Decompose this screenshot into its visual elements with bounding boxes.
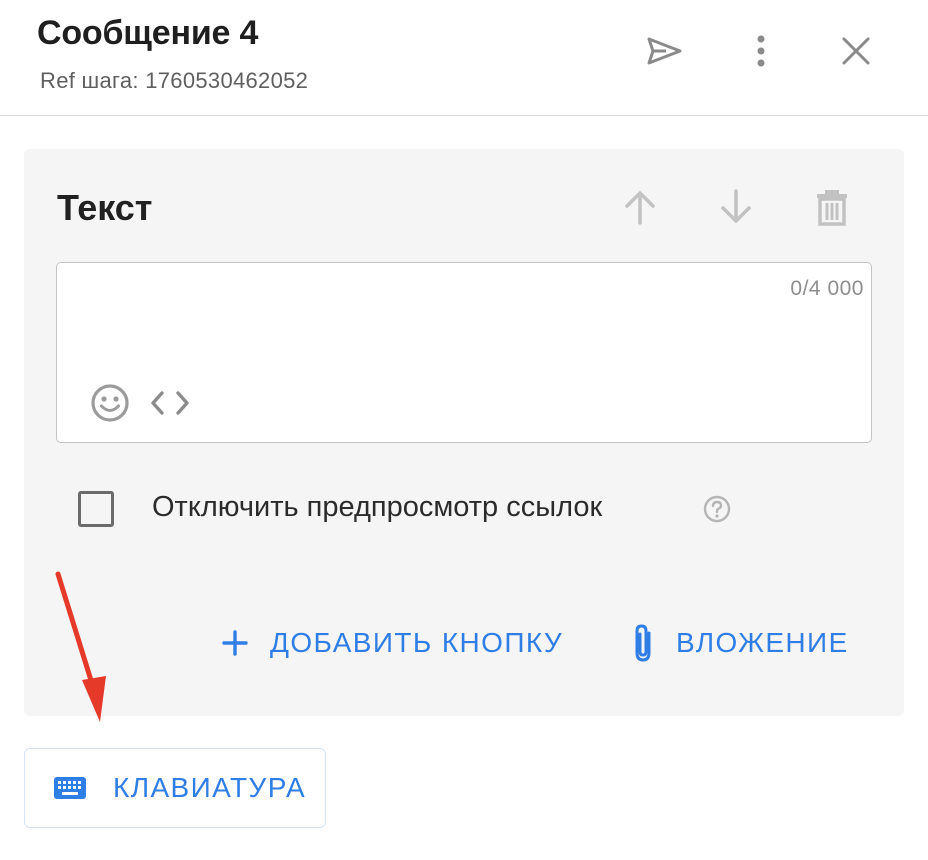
- dialog-header: Сообщение 4 Ref шага: 1760530462052: [0, 0, 928, 116]
- send-button[interactable]: [641, 28, 687, 74]
- delete-block-button[interactable]: [806, 181, 858, 233]
- plus-icon: [222, 630, 248, 656]
- page-title: Сообщение 4: [37, 14, 259, 52]
- close-icon: [842, 37, 870, 65]
- code-format-button[interactable]: [148, 383, 192, 423]
- disable-link-preview-label: Отключить предпросмотр ссылок: [152, 491, 603, 523]
- send-icon: [647, 37, 682, 65]
- text-block-card: Текст 0/4 000 Отключить предпросмотр ссы…: [24, 149, 904, 716]
- more-options-button[interactable]: [738, 28, 784, 74]
- help-icon[interactable]: [702, 494, 732, 524]
- paperclip-icon: [635, 624, 651, 662]
- keyboard-icon: [54, 777, 86, 799]
- keyboard-label: КЛАВИАТУРА: [113, 772, 307, 803]
- arrow-down-icon: [721, 189, 751, 223]
- emoji-icon: [91, 384, 129, 422]
- emoji-button[interactable]: [88, 381, 132, 425]
- arrow-up-icon: [625, 191, 655, 225]
- char-counter: 0/4 000: [790, 277, 864, 300]
- close-button[interactable]: [833, 28, 879, 74]
- trash-icon: [817, 190, 847, 226]
- attachment-label: ВЛОЖЕНИЕ: [676, 627, 849, 658]
- move-down-button[interactable]: [710, 181, 762, 233]
- attachment-button[interactable]: ВЛОЖЕНИЕ: [630, 615, 849, 671]
- step-ref: Ref шага: 1760530462052: [40, 68, 309, 93]
- code-icon: [151, 391, 189, 415]
- block-title: Текст: [57, 187, 153, 228]
- more-vert-icon: [757, 35, 765, 67]
- add-button-label: ДОБАВИТЬ КНОПКУ: [270, 627, 564, 658]
- move-up-button[interactable]: [614, 181, 666, 233]
- add-button-button[interactable]: ДОБАВИТЬ КНОПКУ: [220, 615, 563, 671]
- keyboard-button[interactable]: КЛАВИАТУРА: [24, 748, 326, 828]
- disable-link-preview-checkbox[interactable]: [78, 491, 114, 527]
